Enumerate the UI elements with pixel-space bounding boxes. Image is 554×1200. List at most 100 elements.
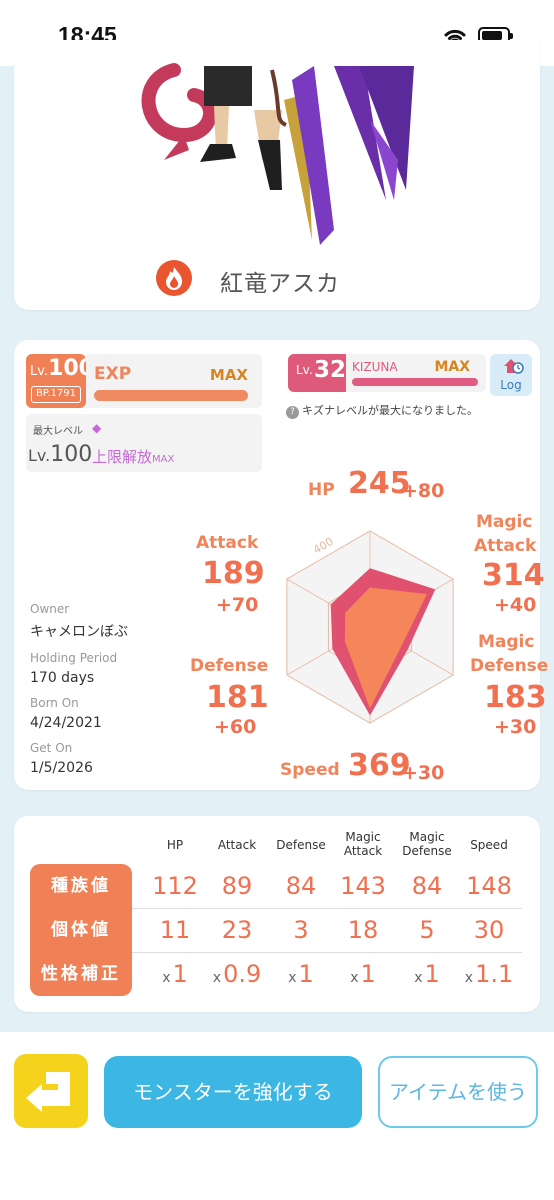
cell-value: 143	[340, 872, 386, 900]
kizuna-label: KIZUNA	[352, 360, 398, 374]
cell-value: 3	[293, 916, 309, 944]
cell-value: 30	[473, 916, 505, 944]
table-column-header: Speed	[454, 838, 524, 852]
cell-value: 148	[466, 872, 512, 900]
cell-value: 84	[285, 872, 317, 900]
table-cell: 18	[328, 916, 398, 944]
stats-table-card: HP Attack Defense Magic Attack Magic Defense Sp…	[14, 816, 540, 1012]
hp-label: HP	[308, 480, 335, 500]
table-cell: 84	[392, 872, 462, 900]
defense-value: 181	[206, 680, 269, 715]
kizuna-max: MAX	[434, 359, 470, 375]
column-header-line: Magic	[409, 830, 445, 844]
column-header-line: Defense	[402, 844, 452, 858]
owner-value: キャメロンぼぶ	[30, 624, 128, 640]
log-icon	[504, 359, 524, 374]
monster-artwork	[14, 40, 540, 250]
multiplier-prefix: x	[414, 970, 423, 986]
magic-attack-bonus: +40	[494, 594, 537, 616]
table-cell: 11	[140, 916, 210, 944]
cell-value: 84	[411, 872, 443, 900]
cell-value: 0.9	[223, 960, 262, 988]
column-header-line: Attack	[343, 844, 383, 858]
enhance-monster-button[interactable]: モンスターを強化する	[104, 1056, 362, 1128]
multiplier-prefix: x	[464, 970, 474, 986]
exp-panel: EXP MAX	[86, 354, 262, 408]
monster-name-row: 紅竜アスカ	[14, 258, 540, 302]
table-cell: x1.1	[454, 960, 524, 988]
table-cell: 89	[202, 872, 272, 900]
magic-defense-label-2: Defense	[470, 656, 549, 676]
table-cell: 30	[454, 916, 524, 944]
holding-period-value: 170 days	[30, 670, 95, 686]
table-column-header: Defense	[266, 838, 336, 852]
get-on-value: 1/5/2026	[30, 760, 93, 776]
return-arrow-icon	[26, 1072, 70, 1112]
owner-label: Owner	[30, 602, 70, 616]
kizuna-bar	[352, 378, 478, 386]
kizuna-level-badge: Lv. 32	[288, 354, 346, 392]
max-level-panel: 最大レベル ◆ Lv.100 上限解放MAX	[26, 414, 262, 472]
table-cell: x0.9	[202, 960, 272, 988]
column-header-line: Attack	[217, 838, 257, 852]
column-header-line: HP	[166, 838, 184, 852]
cell-value: 18	[347, 916, 379, 944]
table-cell: 148	[454, 872, 524, 900]
attack-label: Attack	[196, 533, 259, 553]
magic-attack-label-1: Magic	[476, 512, 533, 532]
magic-attack-value: 314	[482, 558, 545, 593]
cell-value: 1	[172, 960, 188, 988]
table-cell: 3	[266, 916, 336, 944]
row-divider	[132, 908, 522, 909]
kizuna-panel: KIZUNA MAX	[346, 354, 486, 392]
cell-value: 1	[298, 960, 314, 988]
exp-bar	[94, 390, 248, 401]
table-cell: x1	[140, 960, 210, 988]
log-button[interactable]: Log	[490, 354, 532, 396]
exp-label: EXP	[94, 364, 132, 384]
table-cell: 5	[392, 916, 462, 944]
exp-max: MAX	[209, 366, 248, 384]
multiplier-prefix: x	[212, 970, 222, 986]
multiplier-prefix: x	[350, 970, 359, 986]
cell-value: 5	[419, 916, 435, 944]
defense-bonus: +60	[214, 716, 257, 738]
cell-value: 1	[424, 960, 440, 988]
magic-attack-label-2: Attack	[474, 536, 537, 556]
gem-icon: ◆	[92, 421, 102, 435]
bottom-action-bar: モンスターを強化する アイテムを使う	[0, 1032, 554, 1200]
table-column-header: Magic Defense	[392, 830, 462, 858]
row-divider	[132, 952, 522, 953]
table-column-header: HP	[140, 838, 210, 852]
speed-bonus: +30	[402, 762, 445, 784]
table-cell: x1	[328, 960, 398, 988]
cell-value: 1	[360, 960, 376, 988]
help-icon[interactable]: ?	[286, 406, 299, 419]
cell-value: 23	[221, 916, 253, 944]
hp-bonus: +80	[402, 480, 445, 502]
attack-bonus: +70	[216, 594, 259, 616]
table-row-label: 性格補正	[30, 952, 132, 996]
born-on-value: 4/24/2021	[30, 715, 102, 731]
magic-defense-label-1: Magic	[478, 632, 535, 652]
holding-period-label: Holding Period	[30, 651, 118, 665]
column-header-line: Defense	[276, 838, 326, 852]
multiplier-prefix: x	[162, 970, 171, 986]
log-label: Log	[500, 378, 522, 392]
cell-value: 89	[221, 872, 253, 900]
monster-hero-card: 紅竜アスカ	[14, 40, 540, 310]
column-header-line: Speed	[470, 838, 508, 852]
magic-defense-bonus: +30	[494, 716, 537, 738]
owner-info: Owner キャメロンぼぶ Holding Period 170 days Bo…	[30, 602, 180, 786]
multiplier-prefix: x	[288, 970, 297, 986]
bp-tag: BP.1791	[31, 386, 81, 403]
get-on-label: Get On	[30, 741, 73, 755]
table-column-header: Attack	[202, 838, 272, 852]
table-cell: 112	[140, 872, 210, 900]
back-button[interactable]	[14, 1054, 88, 1128]
table-cell: x1	[266, 960, 336, 988]
cell-value: 11	[159, 916, 191, 944]
limit-break-suffix: MAX	[152, 454, 175, 465]
max-level-prefix: Lv.	[28, 446, 51, 465]
use-item-button[interactable]: アイテムを使う	[378, 1056, 538, 1128]
